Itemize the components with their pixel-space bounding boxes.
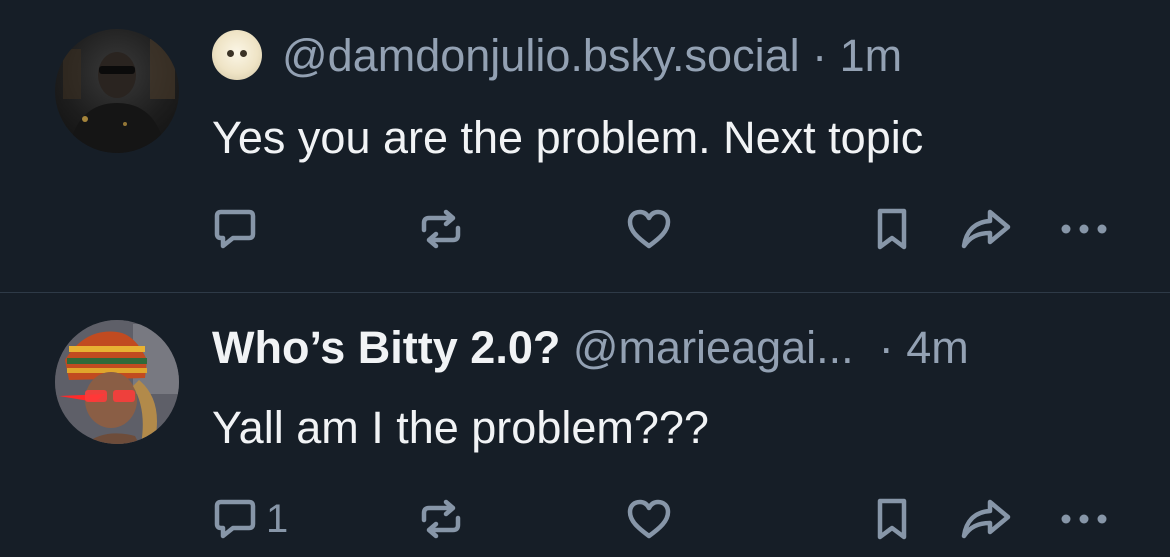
repost-icon: [421, 209, 461, 249]
bookmark-button[interactable]: [872, 206, 912, 252]
avatar[interactable]: [55, 29, 179, 153]
more-options-button[interactable]: [1058, 496, 1110, 542]
author-handle[interactable]: @damdonjulio.bsky.social: [282, 30, 800, 81]
post-header: Who’s Bitty 2.0? @marieagai... · 4m: [212, 322, 969, 374]
bookmark-button[interactable]: [872, 496, 912, 542]
reply-icon: [214, 209, 256, 249]
post[interactable]: @damdonjulio.bsky.social · 1m Yes you ar…: [0, 0, 1170, 293]
post-feed: @damdonjulio.bsky.social · 1m Yes you ar…: [0, 0, 1170, 557]
separator: ·: [812, 30, 828, 81]
timestamp[interactable]: 1m: [840, 30, 903, 81]
share-icon: [961, 499, 1011, 539]
reply-button[interactable]: [212, 206, 266, 252]
timestamp[interactable]: 4m: [906, 322, 969, 373]
post-actions: [0, 198, 1170, 258]
more-dots-icon: [1061, 514, 1107, 524]
profile-emoji-icon: [212, 30, 262, 80]
reply-icon: [214, 499, 256, 539]
like-button[interactable]: [626, 206, 672, 252]
more-options-button[interactable]: [1058, 206, 1110, 252]
reply-count: 1: [266, 497, 289, 541]
post-text: Yall am I the problem???: [212, 402, 709, 453]
separator: ·: [878, 322, 894, 373]
repost-icon: [421, 499, 461, 539]
post-text: Yes you are the problem. Next topic: [212, 112, 924, 163]
share-button[interactable]: [960, 206, 1012, 252]
repost-button[interactable]: [418, 496, 464, 542]
author-handle[interactable]: @marieagai...: [573, 322, 854, 373]
post[interactable]: Who’s Bitty 2.0? @marieagai... · 4m Yall…: [0, 293, 1170, 557]
like-button[interactable]: [626, 496, 672, 542]
post-actions: 1: [0, 488, 1170, 548]
author-display-name[interactable]: Who’s Bitty 2.0?: [212, 322, 560, 373]
heart-icon: [627, 499, 671, 539]
bookmark-icon: [877, 208, 907, 250]
share-button[interactable]: [960, 496, 1012, 542]
reply-button[interactable]: 1: [212, 496, 288, 542]
repost-button[interactable]: [418, 206, 464, 252]
more-dots-icon: [1061, 224, 1107, 234]
post-header: @damdonjulio.bsky.social · 1m: [212, 30, 902, 82]
bookmark-icon: [877, 498, 907, 540]
avatar[interactable]: [55, 320, 179, 444]
share-icon: [961, 209, 1011, 249]
heart-icon: [627, 209, 671, 249]
